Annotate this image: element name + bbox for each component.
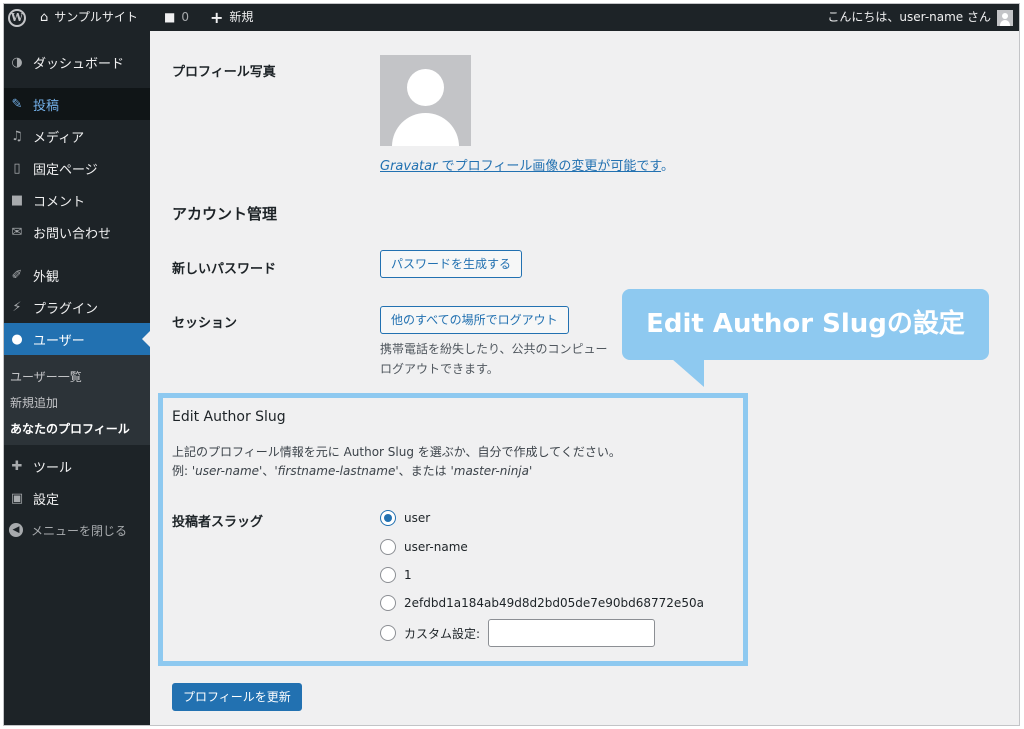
slug-option-custom[interactable]: カスタム設定:: [380, 619, 656, 647]
callout-pointer: [672, 359, 704, 387]
page-icon: ▯: [13, 160, 21, 176]
mail-icon: ✉: [11, 224, 23, 240]
logout-everywhere-button[interactable]: 他のすべての場所でログアウト: [380, 306, 569, 334]
submenu-item-all-users[interactable]: ユーザー一覧: [10, 368, 82, 385]
edit-author-slug-title: Edit Author Slug: [172, 409, 286, 425]
collapse-menu-label: メニューを閉じる: [31, 523, 128, 538]
sidebar-item-label: お問い合わせ: [33, 226, 112, 242]
site-name: サンプルサイト: [54, 10, 138, 24]
gravatar-note: Gravatar でプロフィール画像の変更が可能です。: [380, 159, 675, 174]
plus-icon: +: [210, 8, 224, 27]
comment-icon: ■: [10, 192, 24, 208]
custom-slug-input[interactable]: [488, 619, 656, 647]
sidebar-item-label: 外観: [33, 269, 60, 285]
main-content: プロフィール写真 Gravatar でプロフィール画像の変更が可能です。 アカウ…: [150, 31, 1019, 725]
new-password-label: 新しいパスワード: [172, 262, 277, 277]
brush-icon: ✐: [11, 267, 23, 283]
edit-author-slug-description: 上記のプロフィール情報を元に Author Slug を選ぶか、自分で作成してく…: [172, 445, 621, 478]
collapse-icon: ◀: [9, 523, 23, 537]
sidebar-item-settings[interactable]: ▣ 設定: [4, 482, 150, 514]
settings-icon: ▣: [10, 490, 24, 506]
slug-option-hash[interactable]: 2efdbd1a184ab49d8d2bd05de7e90bd68772e50a: [380, 595, 704, 611]
admin-sidebar: ◑ ダッシュボード ✎ 投稿 ♫ メディア ▯ 固定ページ ■ コメント ✉ お…: [4, 31, 150, 725]
my-account-menu[interactable]: こんにちは、user-name さん: [827, 4, 1013, 31]
pin-icon: ✎: [11, 96, 23, 112]
new-label: 新規: [229, 10, 254, 24]
sidebar-item-appearance[interactable]: ✐ 外観: [4, 259, 150, 291]
submenu-item-add-new[interactable]: 新規追加: [10, 394, 58, 411]
author-slug-label: 投稿者スラッグ: [172, 515, 264, 530]
radio-button[interactable]: [380, 539, 396, 555]
collapse-menu-button[interactable]: ◀ メニューを閉じる: [4, 514, 150, 546]
sidebar-item-posts[interactable]: ✎ 投稿: [4, 88, 150, 120]
radio-button[interactable]: [380, 567, 396, 583]
sidebar-item-label: 固定ページ: [33, 162, 98, 178]
new-content-menu[interactable]: + 新規: [210, 4, 253, 31]
screenshot-frame: W ⌂ サンプルサイト ■ 0 + 新規 こんにちは、user-name さん …: [3, 3, 1020, 726]
sidebar-item-label: 投稿: [33, 98, 60, 114]
sidebar-item-comments[interactable]: ■ コメント: [4, 184, 150, 216]
sidebar-item-contact[interactable]: ✉ お問い合わせ: [4, 216, 150, 248]
slug-option-id[interactable]: 1: [380, 567, 412, 583]
sidebar-item-users[interactable]: ● ユーザー: [4, 323, 150, 355]
gravatar-link[interactable]: Gravatar でプロフィール画像の変更が可能です: [380, 159, 661, 174]
greeting-text: こんにちは、user-name さん: [827, 10, 991, 24]
avatar-icon: [997, 9, 1013, 26]
comment-icon: ■: [164, 10, 176, 24]
sidebar-item-plugins[interactable]: ⚡ プラグイン: [4, 291, 150, 323]
sidebar-item-label: ダッシュボード: [33, 56, 125, 72]
sidebar-item-label: ユーザー: [33, 333, 85, 349]
sidebar-item-media[interactable]: ♫ メディア: [4, 120, 150, 152]
sidebar-item-label: プラグイン: [33, 301, 99, 317]
submenu-item-your-profile[interactable]: あなたのプロフィール: [10, 420, 130, 437]
sessions-label: セッション: [172, 316, 238, 331]
wordpress-logo-menu[interactable]: W: [8, 4, 26, 31]
radio-button[interactable]: [380, 625, 396, 641]
wrench-icon: ✚: [11, 458, 23, 474]
account-management-heading: アカウント管理: [172, 205, 278, 223]
sidebar-item-label: コメント: [33, 194, 86, 210]
profile-avatar: [380, 55, 471, 146]
site-name-link[interactable]: ⌂ サンプルサイト: [40, 4, 138, 31]
sidebar-item-pages[interactable]: ▯ 固定ページ: [4, 152, 150, 184]
generate-password-button[interactable]: パスワードを生成する: [380, 250, 523, 278]
sidebar-item-label: メディア: [33, 130, 85, 146]
plugin-icon: ⚡: [12, 299, 22, 315]
sidebar-item-dashboard[interactable]: ◑ ダッシュボード: [4, 46, 150, 78]
comments-link[interactable]: ■ 0: [164, 4, 189, 31]
update-profile-button[interactable]: プロフィールを更新: [172, 683, 302, 711]
slug-option-user[interactable]: user: [380, 510, 430, 526]
home-icon: ⌂: [40, 10, 49, 25]
radio-button-checked[interactable]: [380, 510, 396, 526]
radio-button[interactable]: [380, 595, 396, 611]
comments-count: 0: [181, 10, 189, 24]
sidebar-item-label: ツール: [33, 460, 73, 476]
slug-option-user-name[interactable]: user-name: [380, 539, 468, 555]
sidebar-item-tools[interactable]: ✚ ツール: [4, 450, 150, 482]
media-icon: ♫: [11, 128, 23, 144]
profile-photo-label: プロフィール写真: [172, 65, 276, 80]
wordpress-logo-icon: W: [8, 8, 26, 27]
user-icon: ●: [11, 331, 23, 347]
users-submenu: ユーザー一覧 新規追加 あなたのプロフィール: [4, 355, 150, 445]
dashboard-icon: ◑: [11, 54, 23, 70]
callout-annotation: Edit Author Slugの設定: [622, 289, 989, 360]
admin-bar: W ⌂ サンプルサイト ■ 0 + 新規 こんにちは、user-name さん: [4, 4, 1019, 31]
sidebar-item-label: 設定: [33, 492, 60, 508]
